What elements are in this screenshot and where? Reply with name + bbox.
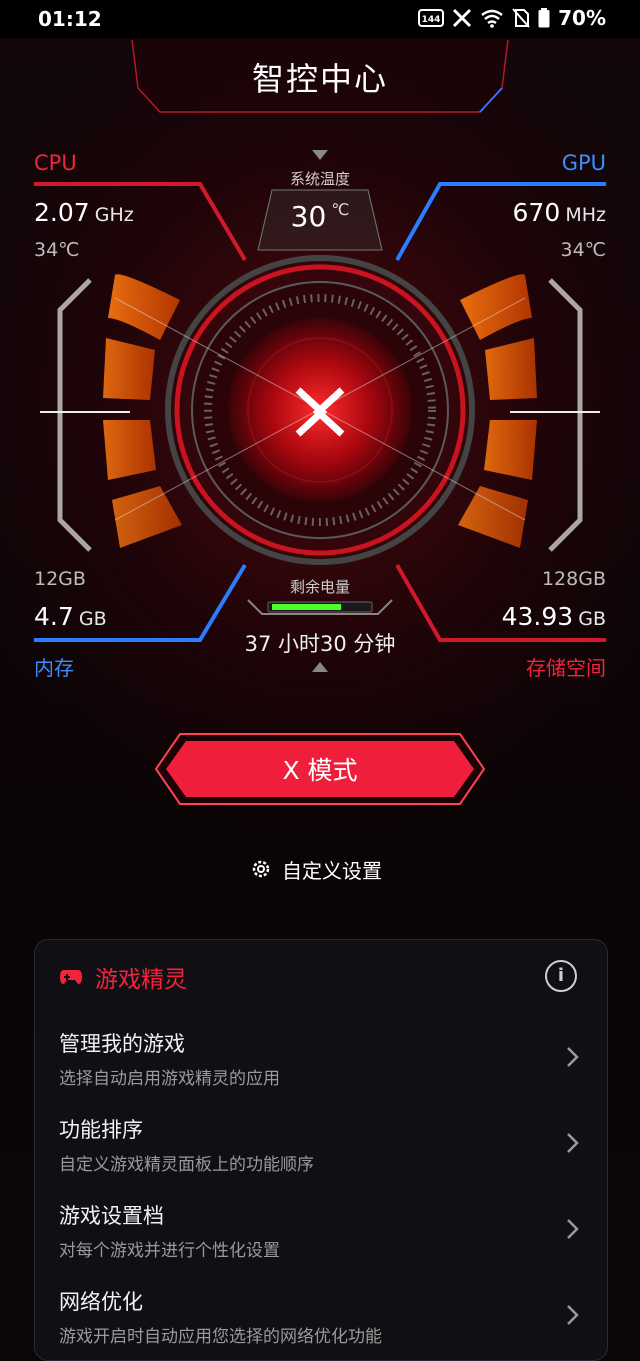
system-temp-value: 30	[290, 200, 327, 233]
storage-used-value: 43.93	[501, 602, 574, 631]
gpu-temp: 34℃	[560, 239, 606, 261]
custom-settings-button[interactable]: 自定义设置	[250, 852, 390, 886]
status-time: 01:12	[38, 7, 102, 31]
gpu-freq-unit: MHz	[565, 204, 606, 226]
list-item-title: 管理我的游戏	[59, 1032, 185, 1056]
memory-total: 12GB	[34, 568, 86, 590]
refresh-rate-icon: 144	[418, 9, 445, 27]
list-item-network-optimization[interactable]: 网络优化 游戏开启时自动应用您选择的网络优化功能	[59, 1286, 585, 1356]
memory-used-value: 4.7	[34, 602, 74, 631]
list-item-subtitle: 选择自动启用游戏精灵的应用	[59, 1069, 280, 1089]
gpu-label: GPU	[561, 151, 606, 175]
battery-percent: 70%	[558, 6, 606, 30]
cpu-label: CPU	[34, 151, 77, 175]
x-mode-button[interactable]: X 模式	[158, 736, 482, 802]
system-temp-label: 系统温度	[289, 170, 350, 188]
cpu-freq-unit: GHz	[94, 204, 134, 226]
list-item-title: 网络优化	[59, 1290, 143, 1314]
no-sim-icon	[512, 8, 530, 28]
list-item-subtitle: 游戏开启时自动应用您选择的网络优化功能	[59, 1327, 382, 1347]
battery-time-left: 37 小时30 分钟	[244, 632, 396, 656]
system-temp-unit: ℃	[331, 200, 350, 219]
status-bar: 01:12 144 70%	[0, 0, 640, 38]
storage-label: 存储空间	[526, 656, 606, 680]
memory-used: 4.7 GB	[34, 602, 107, 631]
game-genie-header: 游戏精灵	[59, 960, 187, 994]
custom-settings-label: 自定义设置	[282, 858, 382, 883]
storage-used-unit: GB	[578, 608, 606, 630]
cpu-freq-value: 2.07	[34, 198, 90, 227]
memory-used-unit: GB	[78, 608, 107, 630]
refresh-rate-text: 144	[422, 15, 441, 25]
list-item-title: 功能排序	[59, 1118, 143, 1142]
battery-remaining-label: 剩余电量	[289, 578, 350, 596]
chevron-right-icon	[567, 1305, 579, 1325]
memory-label: 内存	[34, 656, 74, 680]
list-item-game-profiles[interactable]: 游戏设置档 对每个游戏并进行个性化设置	[59, 1200, 585, 1270]
list-item-subtitle: 自定义游戏精灵面板上的功能顺序	[59, 1155, 314, 1175]
info-icon[interactable]: i	[545, 960, 577, 992]
storage-used: 43.93 GB	[502, 602, 606, 631]
status-icons: 144 70%	[418, 6, 606, 30]
game-genie-title: 游戏精灵	[95, 967, 187, 993]
storage-total: 128GB	[541, 568, 606, 590]
list-item-subtitle: 对每个游戏并进行个性化设置	[59, 1241, 280, 1261]
chevron-right-icon	[567, 1219, 579, 1239]
gpu-freq-value: 670	[512, 198, 561, 227]
chevron-right-icon	[567, 1133, 579, 1153]
wifi-icon	[481, 9, 503, 28]
battery-icon	[538, 8, 550, 28]
list-item-manage-games[interactable]: 管理我的游戏 选择自动启用游戏精灵的应用	[59, 1028, 585, 1098]
cpu-frequency: 2.07 GHz	[34, 198, 134, 227]
list-item-feature-order[interactable]: 功能排序 自定义游戏精灵面板上的功能顺序	[59, 1114, 585, 1184]
list-item-title: 游戏设置档	[59, 1204, 164, 1228]
gpu-frequency: 670 MHz	[513, 198, 606, 227]
x-logo-icon	[453, 8, 472, 28]
cpu-temp: 34℃	[34, 239, 80, 261]
gamepad-icon	[60, 970, 82, 984]
page-title: 智控中心	[251, 60, 388, 98]
chevron-right-icon	[567, 1047, 579, 1067]
game-genie-card: 游戏精灵 i 管理我的游戏 选择自动启用游戏精灵的应用 功能排序 自定义游戏精灵…	[34, 939, 608, 1361]
gear-icon	[252, 860, 270, 878]
system-temp: 30 ℃	[270, 200, 370, 233]
